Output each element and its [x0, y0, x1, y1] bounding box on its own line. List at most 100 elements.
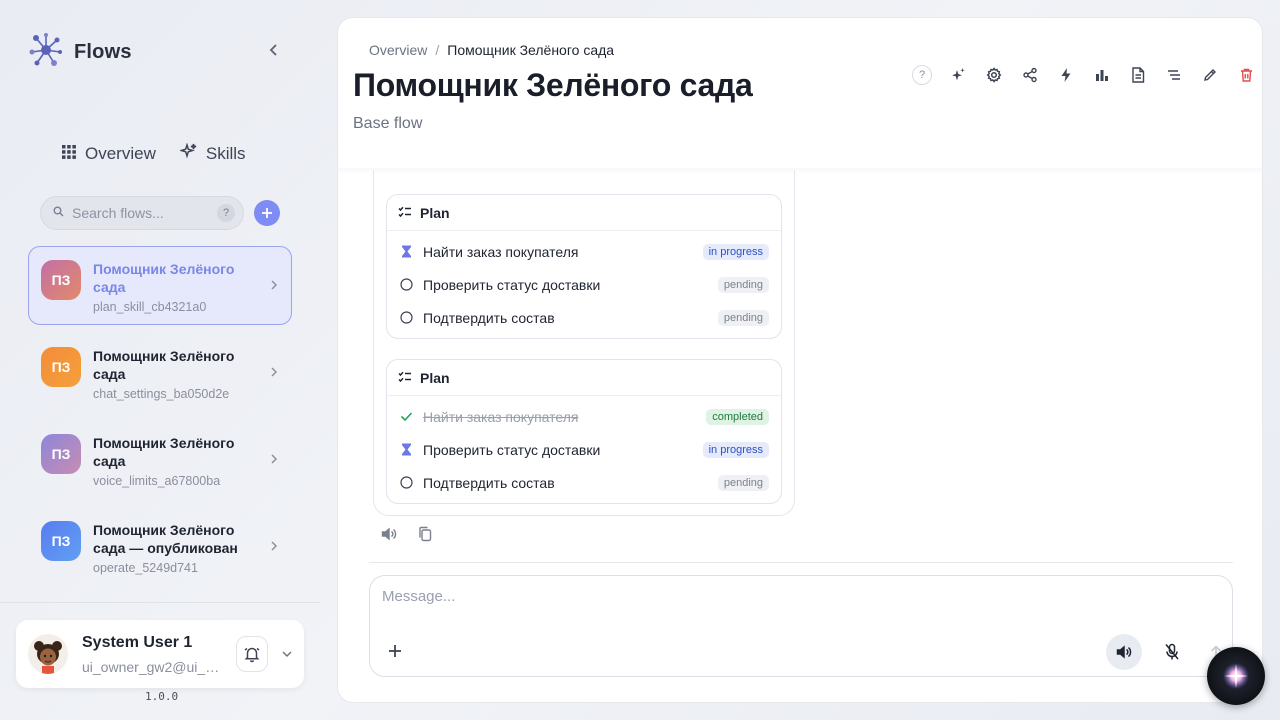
tab-overview-label: Overview	[85, 144, 156, 163]
plan-task: Подтвердить состав pending	[399, 301, 769, 334]
tab-overview[interactable]: Overview	[62, 143, 156, 165]
triggers-button[interactable]	[1048, 64, 1084, 86]
flow-list-item[interactable]: ПЗ Помощник Зелёного сада plan_skill_cb4…	[28, 246, 292, 325]
search-box: ?	[40, 196, 244, 230]
main-panel: Overview / Помощник Зелёного сада Помощн…	[337, 17, 1263, 703]
notifications-button[interactable]	[236, 636, 268, 672]
bell-icon	[244, 647, 260, 663]
plan-header: Plan	[387, 195, 781, 231]
search-icon	[53, 204, 64, 222]
grid-icon	[62, 144, 76, 164]
task-text: Проверить статус доставки	[423, 276, 601, 293]
message-input[interactable]	[382, 588, 1202, 618]
circle-icon	[399, 476, 413, 490]
flow-id: chat_settings_ba050d2e	[93, 387, 230, 401]
plan-task-list: Найти заказ покупателя in progress Прове…	[387, 231, 781, 338]
delete-button[interactable]	[1228, 64, 1262, 86]
plan-task: Найти заказ покупателя completed	[399, 400, 769, 433]
breadcrumb-overview-link[interactable]: Overview	[369, 42, 427, 58]
flow-list-item[interactable]: ПЗ Помощник Зелёного сада — опубликован …	[28, 507, 292, 586]
chevron-down-icon[interactable]	[282, 648, 292, 660]
trash-icon	[1240, 68, 1252, 82]
bar-chart-icon	[1096, 70, 1108, 81]
brand[interactable]: Flows	[28, 32, 132, 73]
plan-task: Проверить статус доставки in progress	[399, 433, 769, 466]
flow-id: operate_5249d741	[93, 561, 198, 575]
help-button[interactable]: ?	[904, 64, 940, 86]
hourglass-icon	[399, 245, 413, 259]
message-actions	[378, 523, 436, 545]
hourglass-icon	[399, 443, 413, 457]
microphone-toggle[interactable]	[1154, 634, 1190, 670]
assistant-orb-button[interactable]	[1207, 647, 1265, 705]
collapse-sidebar-button[interactable]	[264, 40, 284, 60]
flow-name: Помощник Зелёного сада	[93, 261, 235, 295]
chevron-right-icon	[271, 366, 278, 380]
user-card[interactable]: System User 1 ui_owner_gw2@ui_e...	[16, 620, 304, 688]
flow-name: Помощник Зелёного сада	[93, 435, 235, 469]
sidebar: Flows Overview Skills Search flows... ? …	[0, 0, 320, 720]
ai-assist-button[interactable]	[940, 64, 976, 86]
gear-icon	[986, 67, 1002, 83]
plan-task: Подтвердить состав pending	[399, 466, 769, 499]
flows-logo-icon	[28, 32, 64, 73]
share-icon	[1023, 67, 1037, 83]
flow-avatar: ПЗ	[41, 521, 81, 561]
edit-button[interactable]	[1192, 64, 1228, 86]
plan-card: Plan Найти заказ покупателя completed Пр…	[386, 359, 782, 504]
document-icon	[1132, 67, 1145, 83]
attach-button[interactable]	[384, 640, 406, 662]
message-composer	[369, 575, 1233, 677]
plan-title: Plan	[420, 369, 450, 386]
circle-icon	[399, 311, 413, 325]
bolt-icon	[1061, 68, 1071, 82]
settings-button[interactable]	[976, 64, 1012, 86]
page-title: Помощник Зелёного сада	[353, 67, 753, 103]
pencil-icon	[1204, 69, 1216, 81]
toolbar: ?	[904, 64, 1262, 86]
add-flow-button[interactable]	[254, 200, 280, 226]
chat-divider	[369, 562, 1233, 563]
checklist-icon	[398, 370, 412, 386]
tab-skills[interactable]: Skills	[178, 142, 246, 165]
plan-task: Найти заказ покупателя in progress	[399, 235, 769, 268]
outline-button[interactable]	[1156, 64, 1192, 86]
chevron-right-icon	[271, 279, 278, 293]
tab-skills-label: Skills	[205, 144, 246, 163]
plan-task: Проверить статус доставки pending	[399, 268, 769, 301]
search-help-icon[interactable]: ?	[217, 204, 235, 222]
nav-tabs: Overview Skills	[62, 142, 246, 165]
speaker-icon	[1116, 645, 1132, 659]
sparkle-icon	[952, 68, 965, 81]
flow-list-item[interactable]: ПЗ Помощник Зелёного сада voice_limits_a…	[28, 420, 292, 499]
app-title: Flows	[74, 41, 132, 63]
flow-list-item[interactable]: ПЗ Помощник Зелёного сада chat_settings_…	[28, 333, 292, 412]
copy-icon	[419, 526, 432, 542]
status-badge: pending	[717, 474, 769, 491]
flow-name: Помощник Зелёного сада	[93, 348, 235, 382]
task-text: Найти заказ покупателя	[423, 408, 579, 425]
flow-name: Помощник Зелёного сада — опубликован	[93, 522, 238, 556]
search-input[interactable]	[72, 205, 209, 221]
flow-avatar: ПЗ	[41, 260, 81, 300]
status-badge: in progress	[702, 441, 769, 458]
speaker-icon	[381, 527, 397, 541]
chevron-left-icon	[269, 44, 277, 56]
voice-output-toggle[interactable]	[1106, 634, 1142, 670]
status-badge: in progress	[702, 243, 769, 260]
sidebar-divider	[0, 602, 320, 603]
checklist-icon	[398, 205, 412, 221]
flow-id: voice_limits_a67800ba	[93, 474, 221, 488]
task-text: Найти заказ покупателя	[423, 243, 579, 260]
analytics-button[interactable]	[1084, 64, 1120, 86]
plan-title: Plan	[420, 204, 450, 221]
flow-avatar: ПЗ	[41, 434, 81, 474]
read-aloud-button[interactable]	[378, 523, 400, 545]
documents-button[interactable]	[1120, 64, 1156, 86]
status-badge: pending	[717, 309, 769, 326]
share-button[interactable]	[1012, 64, 1048, 86]
status-badge: completed	[706, 408, 769, 425]
circle-icon	[399, 278, 413, 292]
copy-button[interactable]	[414, 523, 436, 545]
flow-avatar: ПЗ	[41, 347, 81, 387]
